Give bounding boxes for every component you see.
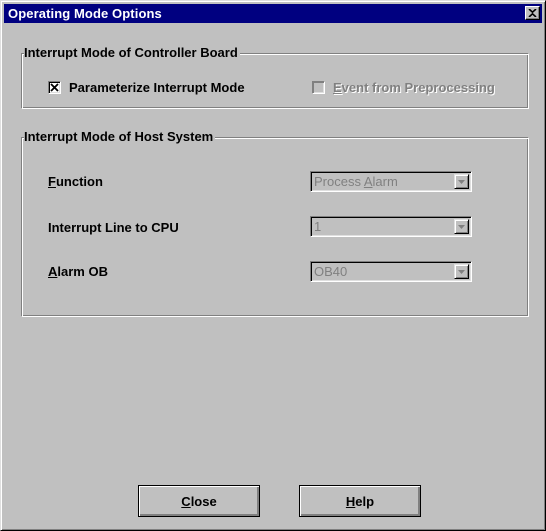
check-x-icon xyxy=(50,83,59,92)
function-dropdown[interactable]: Process Alarm xyxy=(310,171,472,192)
interrupt-line-dropdown[interactable]: 1 xyxy=(310,216,472,237)
parameterize-interrupt-mode-label: Parameterize Interrupt Mode xyxy=(69,80,245,95)
chevron-down-icon xyxy=(458,179,465,184)
interrupt-line-dropdown-arrow[interactable] xyxy=(454,219,469,234)
chevron-down-icon xyxy=(458,269,465,274)
close-icon xyxy=(528,9,537,17)
close-window-button[interactable] xyxy=(525,6,540,20)
function-dropdown-value: Process Alarm xyxy=(314,174,398,189)
interrupt-line-dropdown-value: 1 xyxy=(314,219,322,234)
host-system-group: Interrupt Mode of Host System Function P… xyxy=(21,129,529,317)
event-from-preprocessing-checkbox[interactable]: Event from Preprocessing xyxy=(312,80,495,95)
alarm-ob-dropdown-value: OB40 xyxy=(314,264,348,279)
function-dropdown-arrow[interactable] xyxy=(454,174,469,189)
window-title: Operating Mode Options xyxy=(8,6,162,21)
parameterize-interrupt-mode-checkbox[interactable]: Parameterize Interrupt Mode xyxy=(48,80,245,95)
checkbox-checked-indicator[interactable] xyxy=(48,81,61,94)
checkbox-unchecked-indicator[interactable] xyxy=(312,81,325,94)
operating-mode-options-dialog: Operating Mode Options Interrupt Mode of… xyxy=(0,0,546,531)
event-from-preprocessing-label: Event from Preprocessing xyxy=(333,80,495,95)
alarm-ob-label: Alarm OB xyxy=(48,264,108,279)
controller-board-group: Interrupt Mode of Controller Board Param… xyxy=(21,45,529,109)
interrupt-line-label: Interrupt Line to CPU xyxy=(48,220,179,235)
help-button[interactable]: Help xyxy=(299,485,421,517)
title-bar[interactable]: Operating Mode Options xyxy=(4,4,542,23)
function-label: Function xyxy=(48,174,103,189)
controller-board-group-title: Interrupt Mode of Controller Board xyxy=(24,45,240,60)
alarm-ob-dropdown-arrow[interactable] xyxy=(454,264,469,279)
close-button[interactable]: Close xyxy=(138,485,260,517)
alarm-ob-dropdown[interactable]: OB40 xyxy=(310,261,472,282)
host-system-group-title: Interrupt Mode of Host System xyxy=(24,129,216,144)
chevron-down-icon xyxy=(458,224,465,229)
